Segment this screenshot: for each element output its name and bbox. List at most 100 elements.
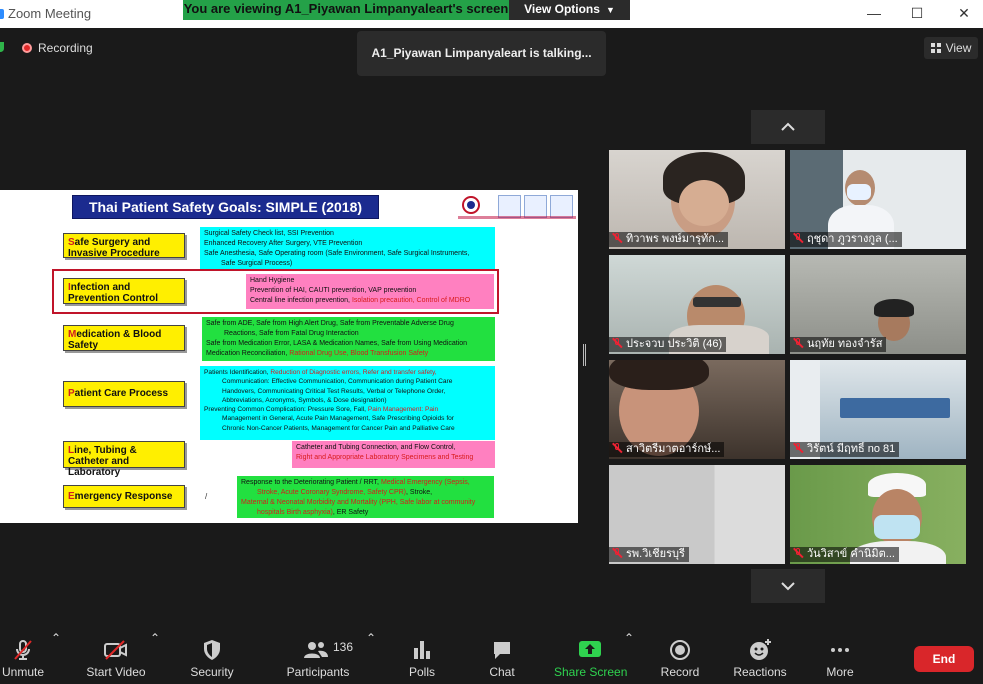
share-screen-button[interactable]: Share Screen xyxy=(554,631,628,684)
goal-description-medication-safety: Safe from ADE, Safe from High Alert Drug… xyxy=(202,317,495,361)
minimize-button[interactable]: — xyxy=(864,4,884,22)
chevron-up-icon xyxy=(781,122,795,131)
goal-label-emergency-response: Emergency Response xyxy=(63,485,185,508)
participants-label: Participants xyxy=(286,665,350,679)
chat-button[interactable]: Chat xyxy=(485,631,519,684)
share-options-chevron-icon[interactable]: ⌃ xyxy=(624,631,634,684)
mic-muted-icon xyxy=(612,548,622,558)
participant-name: วันวิสาข์ คำนิมิต... xyxy=(790,547,899,562)
participants-icon xyxy=(304,642,328,658)
logo-caption-strip xyxy=(458,216,576,219)
participant-name: รพ.วิเชียรบุรี xyxy=(609,547,689,562)
polls-label: Polls xyxy=(408,665,435,679)
slide-title: Thai Patient Safety Goals: SIMPLE (2018) xyxy=(72,195,379,219)
record-icon xyxy=(670,640,690,660)
meeting-toolbar: Unmute ⌃ Start Video ⌃ Security Particip… xyxy=(0,631,983,684)
participant-name: ประจวบ ประวิติ (46) xyxy=(609,337,727,352)
recording-indicator[interactable]: Recording xyxy=(22,41,93,55)
goal-label-patient-care: Patient Care Process xyxy=(63,381,185,407)
security-button[interactable]: Security xyxy=(186,631,238,684)
reactions-label: Reactions xyxy=(733,665,787,679)
hospital-accreditation-logo xyxy=(462,196,480,214)
goal-label-safe-surgery: Safe Surgery and Invasive Procedure xyxy=(63,233,185,259)
end-meeting-button[interactable]: End xyxy=(914,646,974,672)
share-screen-icon xyxy=(579,641,601,657)
polls-chart-icon xyxy=(414,641,430,659)
encryption-shield-icon[interactable] xyxy=(0,42,4,52)
reactions-smiley-icon xyxy=(750,639,771,660)
mic-muted-icon xyxy=(793,443,803,453)
reactions-button[interactable]: Reactions xyxy=(733,631,787,684)
participant-tile[interactable]: วิรัตน์ มีฤทธิ์ no 81 xyxy=(790,360,966,459)
goal-label-medication-safety: Medication & Blood Safety xyxy=(63,325,185,351)
chevron-down-icon xyxy=(781,582,795,591)
participant-name: ทิวาพร พงษ์มารุทัก... xyxy=(609,232,729,247)
close-button[interactable]: ✕ xyxy=(954,4,974,22)
viewing-screen-banner: You are viewing A1_Piyawan Limpanyaleart… xyxy=(183,0,509,20)
security-label: Security xyxy=(190,665,234,679)
chevron-down-icon: ▼ xyxy=(605,5,615,15)
participant-tile[interactable]: ประจวบ ประวิติ (46) xyxy=(609,255,785,354)
record-button[interactable]: Record xyxy=(658,631,702,684)
recording-label: Recording xyxy=(38,41,93,55)
window-title: Zoom Meeting xyxy=(8,6,92,21)
recording-dot-icon xyxy=(22,43,32,53)
participant-tile[interactable]: ทิวาพร พงษ์มารุทัก... xyxy=(609,150,785,249)
participant-tile[interactable]: วันวิสาข์ คำนิมิต... xyxy=(790,465,966,564)
maximize-button[interactable]: ☐ xyxy=(907,4,927,22)
audio-options-chevron-icon[interactable]: ⌃ xyxy=(51,631,61,684)
video-camera-off-icon xyxy=(104,640,127,660)
view-label: View xyxy=(945,41,972,55)
record-label: Record xyxy=(660,665,700,679)
goal-label-line-tubing: Line, Tubing & Catheter and Laboratory xyxy=(63,441,185,478)
goal-description-safe-surgery: Surgical Safety Check list, SSI Preventi… xyxy=(200,227,495,269)
microphone-muted-icon xyxy=(14,640,32,660)
participant-name: ฤชุดา ภูวรางกูล (... xyxy=(790,232,902,247)
mic-muted-icon xyxy=(793,338,803,348)
participant-tile[interactable]: สาวิตรีมาตอาร์กษ์... xyxy=(609,360,785,459)
participant-name: สาวิตรีมาตอาร์กษ์... xyxy=(609,442,725,457)
patient-safety-logo xyxy=(550,195,573,218)
gallery-scroll-down-button[interactable] xyxy=(751,569,825,603)
chat-label: Chat xyxy=(489,665,515,679)
more-dots-icon xyxy=(831,648,849,652)
goal-description-patient-care: Patients Identification, Reduction of Di… xyxy=(200,366,495,440)
split-view-divider[interactable] xyxy=(583,344,586,366)
participant-tile[interactable]: ฤชุดา ภูวรางกูล (... xyxy=(790,150,966,249)
active-speaker-indicator: A1_Piyawan Limpanyaleart is talking... xyxy=(357,31,606,76)
more-button[interactable]: More xyxy=(824,631,856,684)
slide-mark: / xyxy=(205,492,208,501)
patient-safety-logo xyxy=(524,195,547,218)
participants-options-chevron-icon[interactable]: ⌃ xyxy=(366,631,376,684)
highlight-frame xyxy=(52,269,499,314)
goal-description-line-tubing: Catheter and Tubing Connection, and Flow… xyxy=(292,441,495,468)
mic-muted-icon xyxy=(612,443,622,453)
participant-name: วิรัตน์ มีฤทธิ์ no 81 xyxy=(790,442,900,457)
participant-tile[interactable]: นฤทัย ทองจำรัส xyxy=(790,255,966,354)
grid-icon xyxy=(930,43,941,53)
gallery-scroll-up-button[interactable] xyxy=(751,110,825,144)
polls-button[interactable]: Polls xyxy=(404,631,440,684)
shared-screen-slide: Thai Patient Safety Goals: SIMPLE (2018)… xyxy=(0,190,578,523)
participant-tile[interactable]: รพ.วิเชียรบุรี xyxy=(609,465,785,564)
meeting-area: Recording A1_Piyawan Limpanyaleart is ta… xyxy=(0,28,983,631)
zoom-app-icon xyxy=(0,9,4,19)
more-label: More xyxy=(826,665,854,679)
share-screen-label: Share Screen xyxy=(554,665,628,679)
mic-muted-icon xyxy=(793,548,803,558)
chat-bubble-icon xyxy=(494,642,510,659)
unmute-label: Unmute xyxy=(1,665,45,679)
video-options-chevron-icon[interactable]: ⌃ xyxy=(150,631,160,684)
window-titlebar: Zoom Meeting You are viewing A1_Piyawan … xyxy=(0,0,983,28)
start-video-button[interactable]: Start Video xyxy=(84,631,148,684)
unmute-button[interactable]: Unmute xyxy=(0,631,46,684)
patient-safety-logo xyxy=(498,195,521,218)
participants-button[interactable]: Participants xyxy=(283,631,353,684)
view-button[interactable]: View xyxy=(924,37,978,59)
mic-muted-icon xyxy=(793,233,803,243)
start-video-label: Start Video xyxy=(86,665,146,679)
mic-muted-icon xyxy=(612,233,622,243)
shield-icon xyxy=(204,640,220,660)
participant-name: นฤทัย ทองจำรัส xyxy=(790,337,887,352)
view-options-button[interactable]: View Options ▼ xyxy=(509,0,630,20)
